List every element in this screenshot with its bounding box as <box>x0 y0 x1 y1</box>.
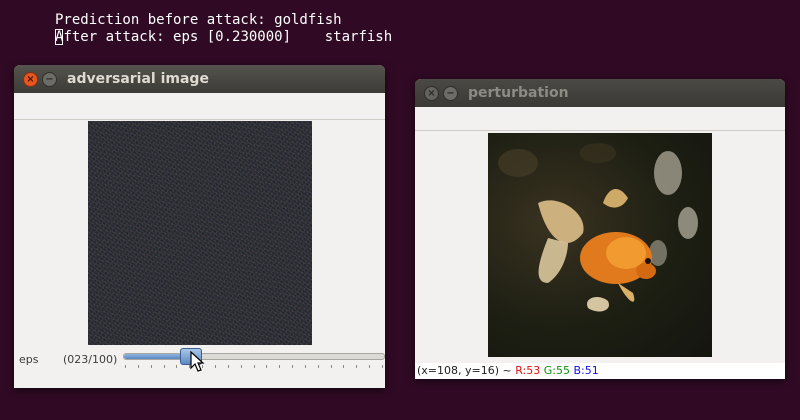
adversarial-image-titlebar[interactable]: × − adversarial image <box>14 65 385 93</box>
slider-tick <box>215 365 216 368</box>
adversarial-image-window: × − adversarial image eps (023/100) <box>14 65 385 388</box>
slider-tick <box>176 365 177 368</box>
close-button[interactable]: × <box>424 86 439 101</box>
close-button[interactable]: × <box>23 72 38 87</box>
slider-tick <box>254 365 255 368</box>
eps-slider-row: eps (023/100) <box>14 345 385 385</box>
eps-label: eps <box>19 353 39 366</box>
slider-tick <box>279 365 280 368</box>
slider-tick <box>241 365 242 368</box>
terminal-line-prediction: Prediction before attack: goldfish <box>55 12 342 28</box>
toolbar-divider <box>415 130 785 131</box>
window-title: perturbation <box>468 85 569 101</box>
slider-tick <box>138 365 139 368</box>
pixel-blue-value: B:51 <box>573 364 599 377</box>
pixel-red-value: R:53 <box>515 364 541 377</box>
pixel-info-status-bar: (x=108, y=16) ~ R:53 G:55 B:51 <box>415 363 785 379</box>
slider-tick <box>343 365 344 368</box>
minimize-button[interactable]: − <box>42 72 57 87</box>
slider-tick <box>356 365 357 368</box>
slider-tick <box>369 365 370 368</box>
goldfish-image <box>488 133 712 357</box>
slider-tick <box>382 365 383 368</box>
slider-tick <box>292 365 293 368</box>
slider-tick <box>151 365 152 368</box>
goldfish-photo <box>498 143 698 312</box>
terminal-line-after-attack-text: fter attack: eps [0.230000] starfish <box>63 29 393 45</box>
window-title: adversarial image <box>67 71 209 87</box>
slider-tick <box>125 365 126 368</box>
slider-tick <box>318 365 319 368</box>
minimize-button[interactable]: − <box>443 86 458 101</box>
adversarial-image <box>88 121 312 345</box>
terminal-line-after-attack: After attack: eps [0.230000] starfish <box>55 29 392 45</box>
slider-tick <box>228 365 229 368</box>
pixel-coordinates: (x=108, y=16) ~ <box>417 364 512 377</box>
eps-slider[interactable] <box>123 348 385 365</box>
perturbation-titlebar[interactable]: × − perturbation <box>415 79 785 107</box>
slider-tick <box>331 365 332 368</box>
mouse-pointer-icon <box>190 351 205 372</box>
pixel-green-value: G:55 <box>543 364 570 377</box>
terminal-background: Prediction before attack: goldfish After… <box>0 0 800 60</box>
slider-tick <box>164 365 165 368</box>
toolbar-divider <box>14 119 385 120</box>
slider-tick <box>305 365 306 368</box>
eps-value: (023/100) <box>63 353 118 366</box>
eps-slider-ticks <box>125 365 383 369</box>
slider-tick <box>266 365 267 368</box>
perturbation-window: × − perturbation (x=108, y=16) ~ R:53 G:… <box>415 79 785 379</box>
